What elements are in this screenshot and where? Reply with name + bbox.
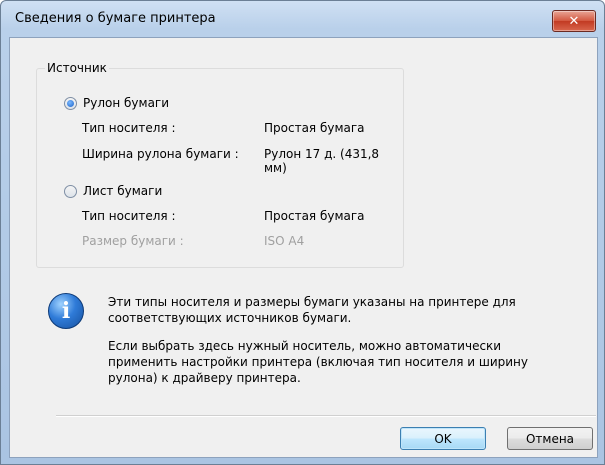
roll-paper-radio[interactable]: Рулон бумаги — [64, 96, 169, 110]
sheet-paper-size-value: ISO A4 — [264, 234, 305, 248]
roll-paper-radio-indicator[interactable] — [64, 96, 77, 110]
source-groupbox: Источник Рулон бумаги Тип носителя : Про… — [36, 61, 404, 268]
close-button[interactable]: ✕ — [552, 10, 596, 32]
sheet-paper-label: Лист бумаги — [83, 184, 163, 198]
roll-media-type-label: Тип носителя : — [82, 121, 176, 135]
roll-paper-label: Рулон бумаги — [83, 96, 170, 110]
info-line-3: Если выбрать здесь нужный носитель, можн… — [108, 339, 502, 353]
info-message-1: Эти типы носителя и размеры бумаги указа… — [108, 294, 578, 326]
close-icon: ✕ — [568, 13, 580, 29]
ok-button-label: OK — [434, 431, 452, 446]
sheet-paper-size-label: Размер бумаги : — [82, 234, 184, 248]
source-group-legend: Источник — [45, 61, 109, 75]
footer-separator — [56, 415, 596, 417]
window-title: Сведения о бумаге принтера — [15, 11, 216, 26]
info-line-5: рулона) к драйверу принтера. — [108, 371, 301, 385]
dialog-window: Сведения о бумаге принтера ✕ Источник Ру… — [0, 0, 605, 465]
info-line-2: соответствующих источников бумаги. — [108, 311, 352, 325]
dialog-content: Источник Рулон бумаги Тип носителя : Про… — [9, 37, 598, 458]
sheet-paper-radio-indicator[interactable] — [64, 184, 77, 198]
sheet-media-type-label: Тип носителя : — [82, 209, 176, 223]
ok-button[interactable]: OK — [400, 427, 486, 450]
cancel-button[interactable]: Отмена — [507, 427, 593, 450]
info-line-1: Эти типы носителя и размеры бумаги указа… — [108, 295, 516, 309]
sheet-media-type-value: Простая бумага — [264, 209, 365, 223]
cancel-button-label: Отмена — [525, 431, 575, 446]
roll-width-label: Ширина рулона бумаги : — [82, 147, 239, 161]
sheet-paper-radio[interactable]: Лист бумаги — [64, 184, 162, 198]
roll-width-value: Рулон 17 д. (431,8 мм) — [264, 147, 380, 175]
roll-media-type-value: Простая бумага — [264, 121, 365, 135]
title-bar[interactable]: Сведения о бумаге принтера ✕ — [1, 1, 604, 37]
info-message-2: Если выбрать здесь нужный носитель, можн… — [108, 338, 578, 386]
info-line-4: применить настройки принтера (включая ти… — [108, 355, 529, 369]
info-icon: i — [48, 293, 84, 329]
